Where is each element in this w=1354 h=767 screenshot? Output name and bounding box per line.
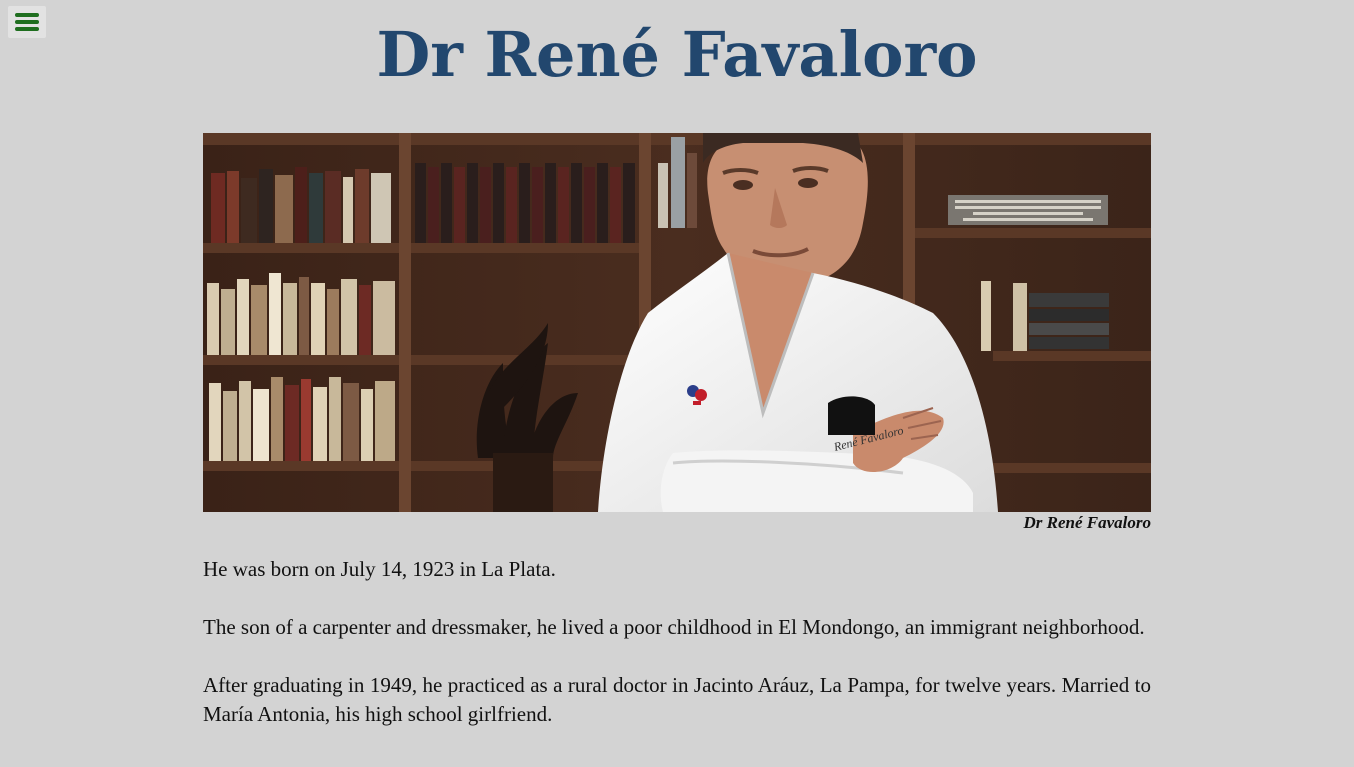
article-body: He was born on July 14, 1923 in La Plata…	[203, 555, 1151, 758]
paragraph: He was born on July 14, 1923 in La Plata…	[203, 557, 556, 581]
image-caption: Dr René Favaloro	[1023, 513, 1152, 532]
paragraph: After graduating in 1949, he practiced a…	[203, 673, 1151, 726]
page-title: Dr René Favaloro	[376, 18, 978, 91]
hamburger-menu-icon	[15, 13, 39, 17]
paragraph: The son of a carpenter and dressmaker, h…	[203, 615, 1145, 639]
portrait-image: René Favaloro	[203, 133, 1151, 512]
